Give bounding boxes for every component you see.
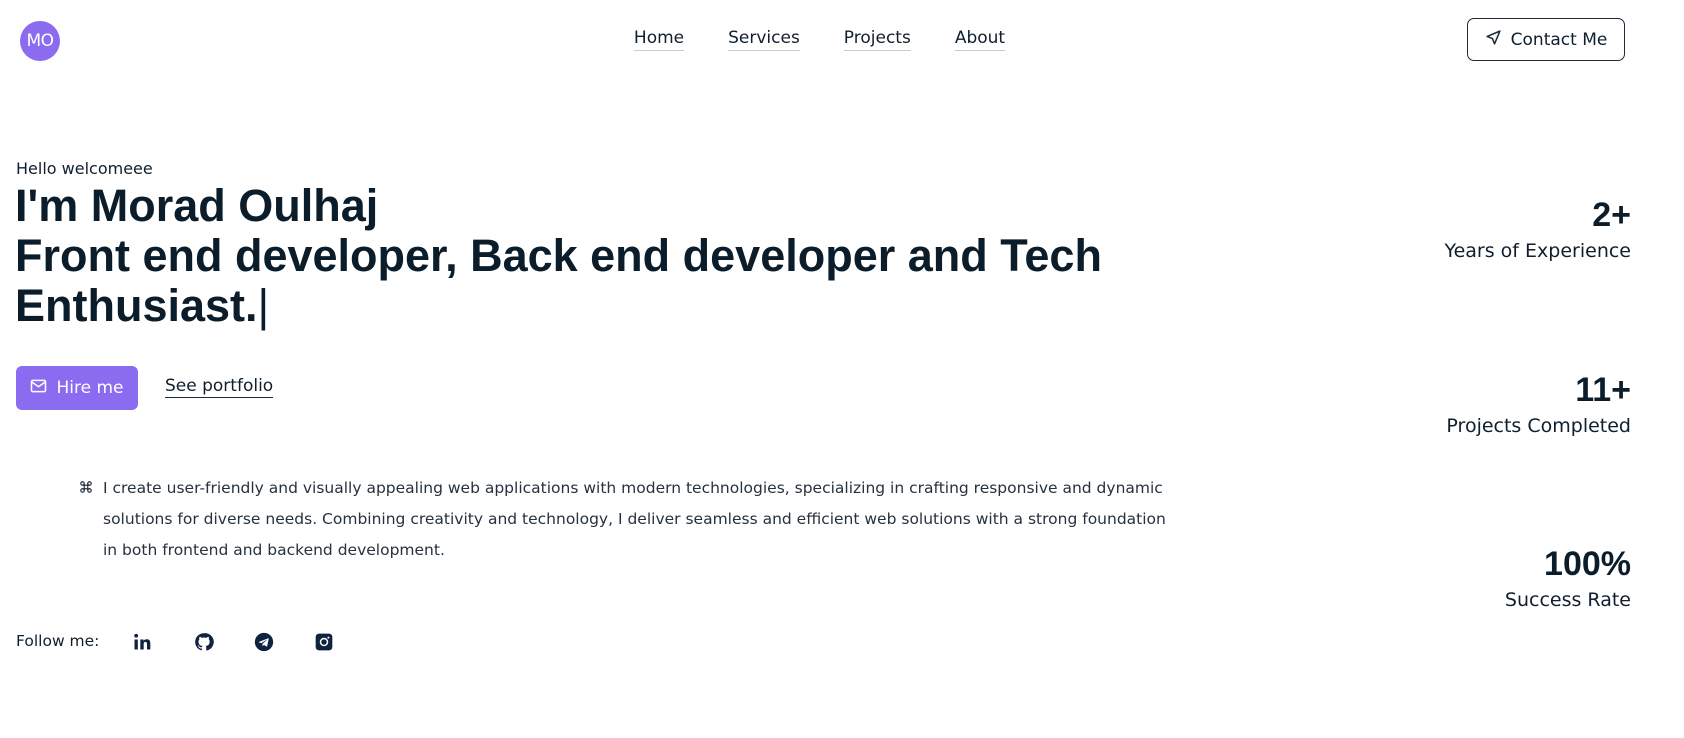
stat-value: 11+ (1575, 371, 1631, 409)
nav-link-about[interactable]: About (954, 28, 1006, 51)
contact-me-label: Contact Me (1510, 29, 1608, 50)
hero-headline: I'm Morad Oulhaj Front end developer, Ba… (15, 181, 1115, 331)
stat-value: 2+ (1592, 196, 1631, 234)
main-nav: Home Services Projects About (0, 28, 1684, 51)
instagram-icon[interactable] (313, 631, 335, 653)
stat-experience: 2+ Years of Experience (1445, 195, 1631, 262)
stat-projects: 11+ Projects Completed (1446, 370, 1631, 437)
typing-cursor: | (257, 280, 270, 331)
mail-icon (30, 378, 47, 398)
command-icon (79, 479, 93, 498)
hero-name-line: I'm Morad Oulhaj (15, 180, 379, 231)
github-icon[interactable] (193, 631, 215, 653)
nav-link-projects[interactable]: Projects (843, 28, 911, 51)
hire-me-label: Hire me (56, 378, 124, 398)
hero-role-line-end-text: Enthusiast. (15, 280, 258, 331)
stat-success-rate: 100% Success Rate (1505, 544, 1631, 611)
linkedin-icon[interactable] (131, 631, 153, 653)
stat-value: 100% (1544, 545, 1631, 583)
hero-greeting: Hello welcomeee (16, 159, 153, 178)
hero-role-line-end: Enthusiast.| (15, 281, 1115, 331)
stat-label: Success Rate (1504, 589, 1631, 611)
follow-me-label: Follow me: (16, 632, 100, 650)
contact-me-button[interactable]: Contact Me (1467, 18, 1625, 61)
see-portfolio-link[interactable]: See portfolio (165, 376, 274, 398)
nav-link-home[interactable]: Home (633, 28, 685, 51)
send-icon (1485, 29, 1502, 51)
telegram-icon[interactable] (253, 631, 275, 653)
hero-description: I create user-friendly and visually appe… (103, 479, 1166, 559)
stat-label: Years of Experience (1444, 240, 1631, 262)
stat-label: Projects Completed (1446, 415, 1631, 437)
nav-link-services[interactable]: Services (728, 28, 800, 51)
hire-me-button[interactable]: Hire me (16, 366, 138, 410)
hero-role-line: Front end developer, Back end developer … (15, 230, 1102, 281)
